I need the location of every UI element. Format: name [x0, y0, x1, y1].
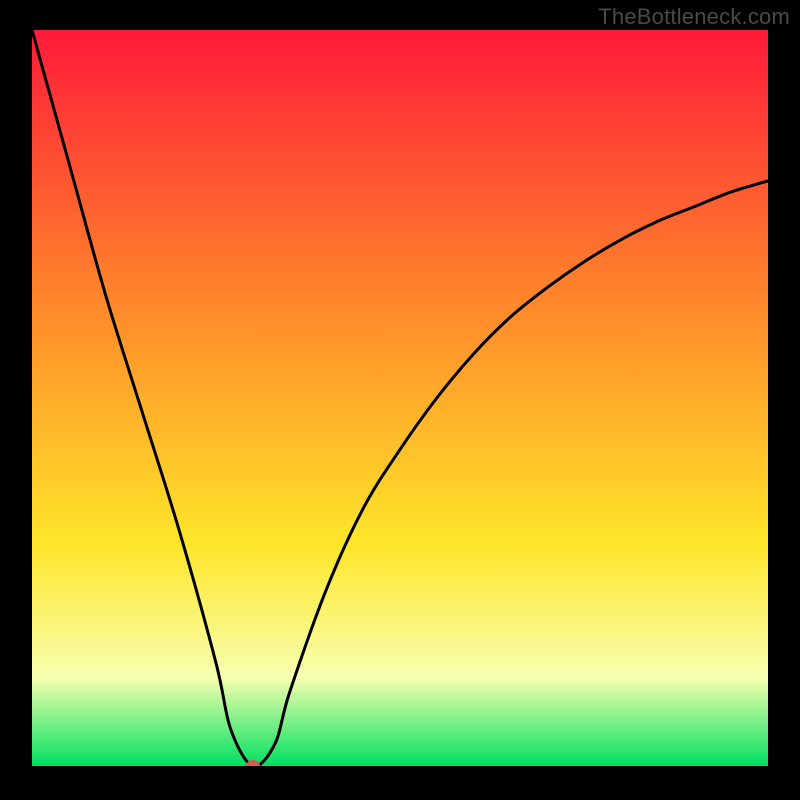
watermark-text: TheBottleneck.com [598, 4, 790, 30]
chart-frame: TheBottleneck.com [0, 0, 800, 800]
plot-area [32, 30, 768, 766]
plot-svg [32, 30, 768, 766]
gradient-background [32, 30, 768, 766]
optimal-point-marker [246, 760, 260, 766]
